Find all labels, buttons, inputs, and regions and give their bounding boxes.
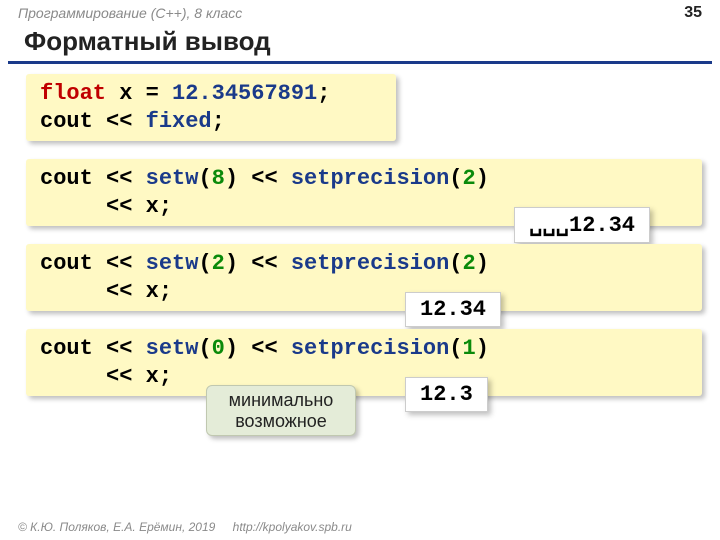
course-label: Программирование (С++), 8 класс xyxy=(18,5,242,21)
code-block-4: cout << setw(0) << setprecision(1) << x;… xyxy=(0,329,720,396)
output-2: 12.34 xyxy=(405,292,501,327)
page-number: 35 xyxy=(684,4,702,22)
page-title: Форматный вывод xyxy=(0,24,720,61)
output-1: ␣␣␣12.34 xyxy=(514,207,650,243)
footer-link: http://kpolyakov.spb.ru xyxy=(233,520,352,534)
title-rule xyxy=(8,61,712,64)
codebox-3: cout << setw(2) << setprecision(2) << x; xyxy=(26,244,702,311)
footer: © К.Ю. Поляков, Е.А. Ерёмин, 2019 http:/… xyxy=(18,520,352,534)
codebox-4: cout << setw(0) << setprecision(1) << x; xyxy=(26,329,702,396)
copyright: © К.Ю. Поляков, Е.А. Ерёмин, 2019 xyxy=(18,520,215,534)
output-3: 12.3 xyxy=(405,377,488,412)
code-block-1: float x = 12.34567891; cout << fixed; xyxy=(0,74,720,141)
code-block-3: cout << setw(2) << setprecision(2) << x;… xyxy=(0,244,720,311)
header: Программирование (С++), 8 класс 35 xyxy=(0,0,720,24)
code-block-2: cout << setw(8) << setprecision(2) << x;… xyxy=(0,159,720,226)
note-min: минимально возможное xyxy=(206,385,356,436)
codebox-init: float x = 12.34567891; cout << fixed; xyxy=(26,74,396,141)
